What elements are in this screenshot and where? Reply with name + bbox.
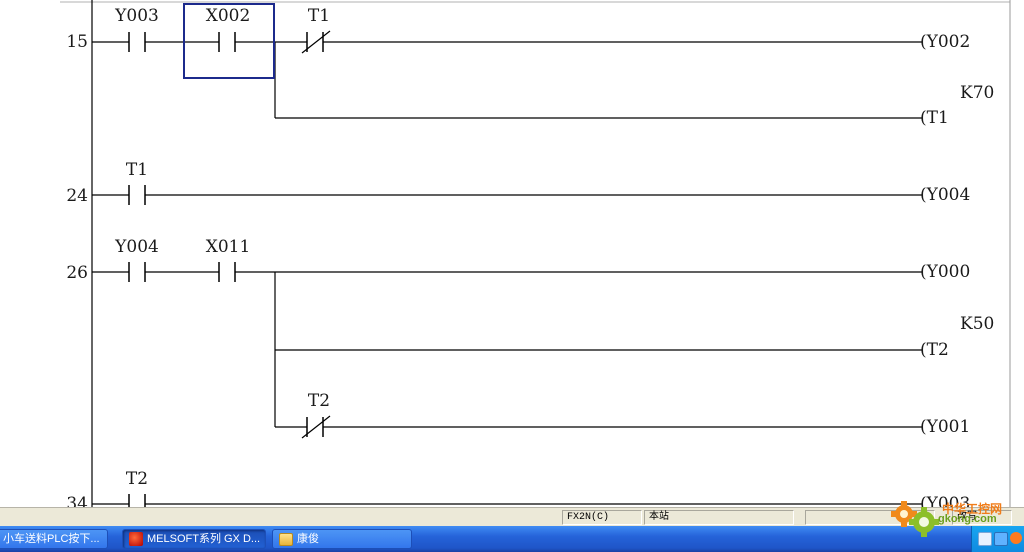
station-indicator: 本站 bbox=[644, 510, 794, 525]
taskbar-item-plc-doc[interactable]: 小车送料PLC按下... bbox=[0, 529, 108, 549]
contact-y004[interactable] bbox=[128, 262, 146, 282]
taskbar-item-label: 小车送料PLC按下... bbox=[3, 533, 100, 545]
step-number-24: 24 bbox=[66, 186, 88, 206]
watermark-logo: 中华工控网 gkong.com bbox=[888, 496, 1012, 540]
coil-y004[interactable]: (Y004 bbox=[920, 185, 970, 205]
contact-t1-label: T1 bbox=[126, 160, 148, 180]
timer-t2-constant: K50 bbox=[960, 314, 994, 334]
ladder-editor[interactable]: 15 24 26 34 Y003 X002 T1 (Y002 K70 (T1 T… bbox=[0, 0, 1024, 510]
coil-y000[interactable]: (Y000 bbox=[920, 262, 970, 282]
coil-t1[interactable]: (T1 bbox=[920, 108, 949, 128]
contact-x011-label: X011 bbox=[206, 237, 251, 257]
taskbar-item-gx-developer[interactable]: MELSOFT系列 GX D... bbox=[122, 529, 266, 549]
contact-t2-nc-label: T2 bbox=[308, 391, 330, 411]
melsoft-icon bbox=[129, 532, 143, 547]
contact-x002[interactable] bbox=[218, 32, 236, 52]
contact-y004-label: Y004 bbox=[114, 237, 159, 257]
taskbar: 小车送料PLC按下... MELSOFT系列 GX D... 康俊 bbox=[0, 526, 1024, 552]
step-number-26: 26 bbox=[66, 263, 88, 283]
taskbar-item-folder[interactable]: 康俊 bbox=[272, 529, 412, 549]
taskbar-item-label: MELSOFT系列 GX D... bbox=[147, 533, 261, 545]
contact-t1-nc-label: T1 bbox=[308, 6, 330, 26]
contact-x011[interactable] bbox=[218, 262, 236, 282]
ladder-diagram[interactable]: 15 24 26 34 Y003 X002 T1 (Y002 K70 (T1 T… bbox=[0, 0, 1024, 510]
contact-y003[interactable] bbox=[128, 32, 146, 52]
folder-icon bbox=[279, 532, 293, 546]
plc-type-indicator: FX2N(C) bbox=[562, 510, 642, 525]
contact-t2-label: T2 bbox=[126, 469, 148, 489]
contact-t1[interactable] bbox=[128, 185, 146, 205]
status-bar: FX2N(C) 本站 改写 bbox=[0, 507, 1024, 526]
gear-icon bbox=[891, 501, 939, 537]
contact-x002-label: X002 bbox=[206, 6, 251, 26]
timer-t1-constant: K70 bbox=[960, 83, 994, 103]
contact-y003-label: Y003 bbox=[114, 6, 159, 26]
watermark-url-text: gkong.com bbox=[938, 513, 997, 525]
coil-t2[interactable]: (T2 bbox=[920, 340, 949, 360]
coil-y002[interactable]: (Y002 bbox=[920, 32, 970, 52]
taskbar-item-label: 康俊 bbox=[297, 533, 319, 545]
step-number-15: 15 bbox=[66, 32, 88, 52]
coil-y001[interactable]: (Y001 bbox=[920, 417, 970, 437]
